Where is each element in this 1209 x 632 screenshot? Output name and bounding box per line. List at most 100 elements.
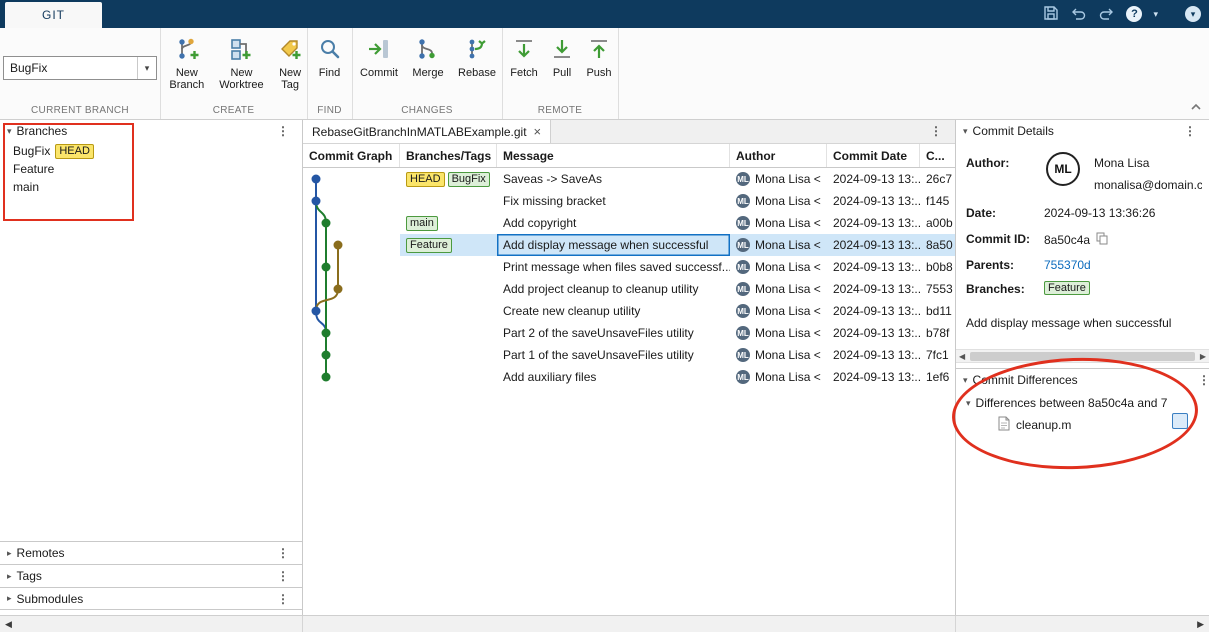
show-diff-button[interactable]	[1172, 413, 1188, 429]
author-name: Mona Lisa <	[755, 216, 821, 230]
tab-git[interactable]: GIT	[5, 2, 102, 28]
commit-button[interactable]: Commit	[356, 33, 402, 79]
diff-file-row[interactable]: cleanup.m	[998, 416, 1071, 434]
commit-differences-header[interactable]: ▾ Commit Differences ⋮	[956, 368, 1209, 391]
tags-title: Tags	[16, 569, 42, 583]
group-find: Find FIND	[307, 28, 353, 119]
undo-icon[interactable]	[1070, 5, 1087, 24]
scroll-left-icon[interactable]: ◀	[959, 352, 965, 361]
branch-badge: main	[406, 215, 438, 231]
find-button[interactable]: Find	[311, 33, 348, 79]
remotes-section[interactable]: ▸ Remotes ⋮	[0, 541, 302, 564]
col-commit-id[interactable]: C...	[920, 144, 955, 167]
commit-date: 2024-09-13 13:...	[833, 194, 920, 208]
author-name: Mona Lisa <	[755, 326, 821, 340]
branch-badge: Feature	[1044, 281, 1090, 295]
commit-details-header[interactable]: ▾ Commit Details ⋮	[956, 120, 1209, 142]
quick-access-toolbar: ? ▾ ▾	[1043, 0, 1201, 28]
rebase-button[interactable]: Rebase	[454, 33, 500, 79]
branch-badge: BugFix	[447, 171, 490, 187]
tags-section[interactable]: ▸ Tags ⋮	[0, 564, 302, 587]
copy-icon[interactable]	[1096, 232, 1108, 248]
col-author[interactable]: Author	[730, 144, 827, 167]
scrollbar-thumb[interactable]	[970, 352, 1195, 361]
commit-message: Add display message when successful	[497, 234, 730, 256]
kebab-menu-icon[interactable]: ⋮	[1184, 124, 1196, 138]
toolstrip-options-icon[interactable]: ▾	[1185, 6, 1201, 22]
author-name: Mona Lisa	[1094, 156, 1150, 170]
table-row[interactable]: Add project cleanup to cleanup utility M…	[303, 278, 955, 300]
new-tag-button[interactable]: New Tag	[273, 33, 307, 91]
chevron-right-icon[interactable]: ▸	[7, 548, 12, 559]
col-message[interactable]: Message	[497, 144, 730, 167]
chevron-down-icon[interactable]: ▾	[966, 398, 971, 409]
close-tab-icon[interactable]: ×	[534, 125, 542, 138]
table-row[interactable]: HEAD BugFix Saveas -> SaveAs ML Mona Lisa…	[303, 168, 955, 190]
help-icon[interactable]: ?	[1126, 6, 1143, 22]
kebab-menu-icon[interactable]: ⋮	[1198, 373, 1209, 387]
current-branch-dropdown[interactable]: BugFix ▾	[3, 56, 157, 80]
table-row[interactable]: Part 2 of the saveUnsaveFiles utility ML…	[303, 322, 955, 344]
kebab-menu-icon[interactable]: ⋮	[277, 546, 289, 560]
table-row-selected[interactable]: Feature Add display message when success…	[303, 234, 955, 256]
chevron-down-icon[interactable]: ▾	[7, 126, 12, 137]
col-commit-date[interactable]: Commit Date	[827, 144, 920, 167]
fetch-button[interactable]: Fetch	[506, 33, 542, 79]
chevron-down-icon[interactable]: ▾	[963, 126, 968, 137]
push-button[interactable]: Push	[582, 33, 616, 79]
merge-button[interactable]: Merge	[406, 33, 450, 79]
chevron-down-icon[interactable]: ▾	[1153, 9, 1158, 20]
kebab-menu-icon[interactable]: ⋮	[277, 569, 289, 583]
horizontal-scrollbar[interactable]: ◀ ▶	[956, 349, 1209, 363]
collapse-ribbon-icon[interactable]	[1190, 100, 1202, 114]
table-row[interactable]: Print message when files saved successf.…	[303, 256, 955, 278]
table-row[interactable]: Add auxiliary files ML Mona Lisa < 2024-0…	[303, 366, 955, 388]
commit-date: 2024-09-13 13:...	[833, 348, 920, 362]
scroll-right-icon[interactable]: ▶	[1200, 352, 1206, 361]
new-branch-button[interactable]: New Branch	[164, 33, 210, 91]
pull-icon	[549, 36, 575, 65]
kebab-menu-icon[interactable]: ⋮	[277, 592, 289, 606]
branches-panel: ▾ Branches ⋮ BugFix HEAD Feature main ▸ …	[0, 120, 302, 615]
matlab-git-window: GIT ? ▾ ▾ BugFix ▾ CURRENT BRANCH New Br…	[0, 0, 1209, 632]
branch-item-feature[interactable]: Feature	[0, 160, 302, 178]
table-row[interactable]: Part 1 of the saveUnsaveFiles utility ML…	[303, 344, 955, 366]
save-icon[interactable]	[1043, 5, 1059, 24]
redo-icon[interactable]	[1098, 5, 1115, 24]
commit-message: Part 2 of the saveUnsaveFiles utility	[503, 326, 694, 340]
group-current-branch: BugFix ▾ CURRENT BRANCH	[0, 28, 161, 119]
push-icon	[586, 36, 612, 65]
differences-group[interactable]: ▾ Differences between 8a50c4a and 7	[966, 396, 1167, 410]
commit-message: Fix missing bracket	[503, 194, 606, 208]
branch-item-main[interactable]: main	[0, 178, 302, 196]
chevron-right-icon[interactable]: ▸	[7, 593, 12, 604]
commit-date: 2024-09-13 13:...	[833, 260, 920, 274]
table-row[interactable]: Create new cleanup utility ML Mona Lisa <…	[303, 300, 955, 322]
scroll-right-icon[interactable]: ▶	[1197, 619, 1204, 630]
kebab-menu-icon[interactable]: ⋮	[930, 124, 942, 138]
repo-tab[interactable]: RebaseGitBranchInMATLABExample.git ×	[303, 120, 552, 143]
scroll-left-icon[interactable]: ◀	[5, 619, 12, 630]
new-worktree-button[interactable]: New Worktree	[214, 33, 270, 91]
parent-commit-link[interactable]: 755370d	[1044, 258, 1091, 272]
chevron-down-icon[interactable]: ▾	[963, 375, 968, 386]
table-row[interactable]: main Add copyright ML Mona Lisa < 2024-09…	[303, 212, 955, 234]
avatar: ML	[736, 260, 750, 274]
table-row[interactable]: Fix missing bracket ML Mona Lisa < 2024-0…	[303, 190, 955, 212]
col-branches-tags[interactable]: Branches/Tags	[400, 144, 497, 167]
find-label: Find	[318, 67, 341, 79]
chevron-right-icon[interactable]: ▸	[7, 571, 12, 582]
submodules-section[interactable]: ▸ Submodules ⋮	[0, 587, 302, 610]
branch-item-bugfix[interactable]: BugFix HEAD	[0, 142, 302, 160]
commit-details-panel: ▾ Commit Details ⋮ Author: ML Mona Lisa …	[956, 120, 1209, 615]
commit-message: Saveas -> SaveAs	[503, 172, 603, 186]
new-worktree-icon	[228, 36, 254, 65]
commit-id: b78f	[926, 326, 950, 340]
branches-header[interactable]: ▾ Branches ⋮	[0, 120, 302, 142]
pull-button[interactable]: Pull	[546, 33, 578, 79]
commit-table-header: Commit Graph Branches/Tags Message Autho…	[303, 144, 955, 168]
chevron-down-icon[interactable]: ▾	[137, 57, 156, 79]
col-commit-graph[interactable]: Commit Graph	[303, 144, 400, 167]
kebab-menu-icon[interactable]: ⋮	[277, 124, 289, 138]
commit-id: a00b	[926, 216, 953, 230]
